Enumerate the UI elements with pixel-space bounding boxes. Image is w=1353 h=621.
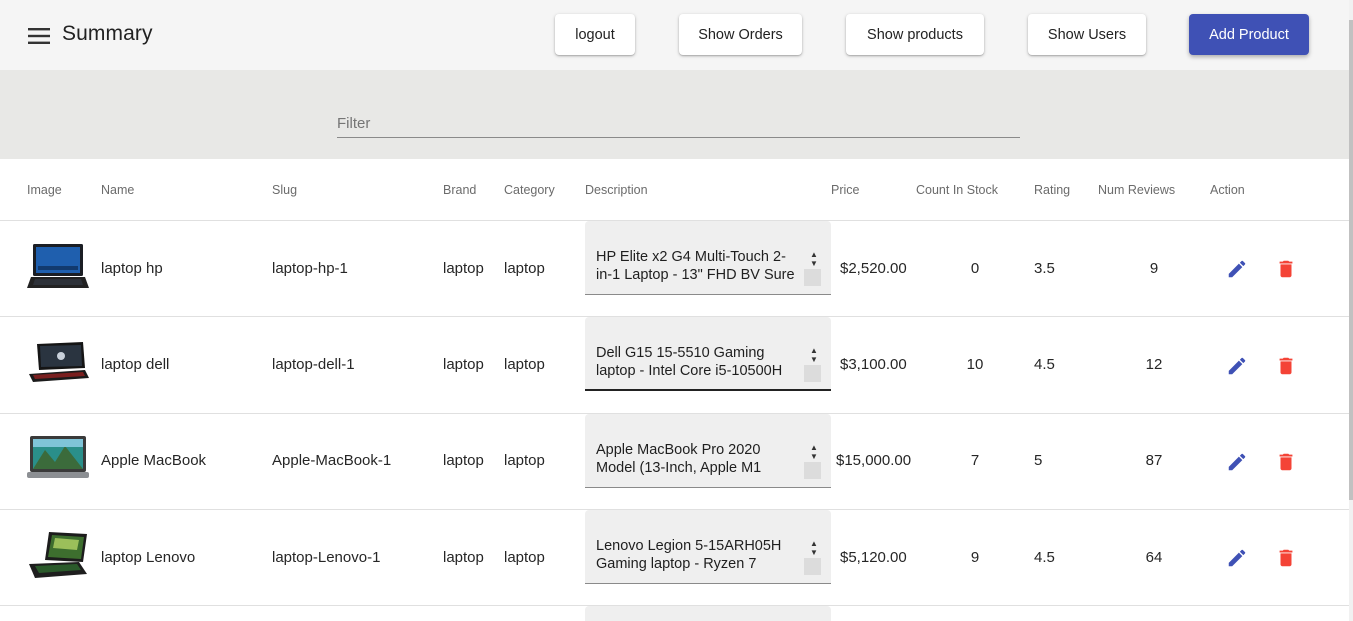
add-product-button[interactable]: Add Product	[1189, 14, 1309, 55]
product-brand: laptop	[443, 549, 484, 566]
pencil-icon	[1228, 549, 1246, 567]
product-num-reviews: 64	[1145, 549, 1163, 566]
trash-icon	[1279, 453, 1293, 471]
pencil-icon	[1228, 357, 1246, 375]
column-header-slug[interactable]: Slug	[272, 183, 297, 197]
product-num-reviews: 9	[1149, 260, 1159, 277]
product-slug: laptop-Lenovo-1	[272, 549, 381, 566]
spin-arrows-icon[interactable]: ▲ ▼	[809, 540, 819, 557]
product-price: $15,000.00	[836, 452, 912, 469]
column-header-action[interactable]: Action	[1210, 183, 1245, 197]
product-category: laptop	[504, 549, 545, 566]
product-count-in-stock: 10	[966, 356, 984, 373]
spin-arrows-icon[interactable]: ▲ ▼	[809, 347, 819, 364]
product-brand: laptop	[443, 260, 484, 277]
description-textarea[interactable]: Apple MacBook Pro 2020 Model (13-Inch, A…	[585, 414, 831, 488]
spin-arrows-icon[interactable]: ▲ ▼	[809, 251, 819, 268]
pencil-icon	[1228, 453, 1246, 471]
product-rating: 5	[1034, 452, 1043, 469]
trash-icon	[1279, 357, 1293, 375]
edit-button[interactable]	[1223, 448, 1251, 476]
edit-button[interactable]	[1223, 352, 1251, 380]
product-slug: Apple-MacBook-1	[272, 452, 392, 469]
product-rating: 4.5	[1034, 356, 1055, 373]
description-textarea[interactable]: HP Elite x2 G4 Multi-Touch 2-in-1 Laptop…	[585, 221, 831, 295]
delete-button[interactable]	[1272, 448, 1300, 476]
product-slug: laptop-hp-1	[272, 260, 348, 277]
delete-button[interactable]	[1272, 544, 1300, 572]
show-orders-button[interactable]: Show Orders	[679, 14, 802, 55]
product-rating: 4.5	[1034, 549, 1055, 566]
product-count-in-stock: 9	[970, 549, 980, 566]
product-category: laptop	[504, 356, 545, 373]
show-users-button[interactable]: Show Users	[1028, 14, 1146, 55]
description-text: Apple MacBook Pro 2020 Model (13-Inch, A…	[596, 442, 762, 476]
product-price: $5,120.00	[840, 549, 907, 566]
description-textarea[interactable]	[585, 606, 831, 621]
show-products-button[interactable]: Show products	[846, 14, 984, 55]
product-count-in-stock: 0	[970, 260, 980, 277]
spin-arrows-icon[interactable]: ▲ ▼	[809, 444, 819, 461]
column-header-image[interactable]: Image	[27, 183, 62, 197]
description-textarea[interactable]: Lenovo Legion 5-15ARH05H Gaming laptop -…	[585, 510, 831, 584]
column-header-description[interactable]: Description	[585, 183, 648, 197]
product-num-reviews: 87	[1145, 452, 1163, 469]
description-textarea[interactable]: Dell G15 15-5510 Gaming laptop - Intel C…	[585, 317, 831, 391]
description-text: Lenovo Legion 5-15ARH05H Gaming laptop -…	[596, 538, 782, 572]
product-slug: laptop-dell-1	[272, 356, 355, 373]
column-header-brand[interactable]: Brand	[443, 183, 476, 197]
product-name: laptop hp	[101, 260, 163, 277]
product-image	[27, 436, 89, 478]
product-category: laptop	[504, 452, 545, 469]
edit-button[interactable]	[1223, 255, 1251, 283]
trash-icon	[1279, 549, 1293, 567]
product-brand: laptop	[443, 356, 484, 373]
filter-input[interactable]	[337, 104, 1020, 138]
column-header-price[interactable]: Price	[831, 183, 859, 197]
column-header-num-reviews[interactable]: Num Reviews	[1098, 183, 1175, 197]
pencil-icon	[1228, 260, 1246, 278]
product-image	[27, 244, 89, 288]
product-rating: 3.5	[1034, 260, 1055, 277]
product-name: laptop dell	[101, 356, 170, 373]
description-text: Dell G15 15-5510 Gaming laptop - Intel C…	[596, 345, 783, 379]
product-count-in-stock: 7	[970, 452, 980, 469]
delete-button[interactable]	[1272, 352, 1300, 380]
hamburger-menu-icon	[28, 28, 50, 44]
product-name: laptop Lenovo	[101, 549, 196, 566]
menu-button[interactable]	[22, 21, 56, 51]
resize-handle-icon[interactable]	[804, 558, 821, 575]
product-brand: laptop	[443, 452, 484, 469]
logout-button[interactable]: logout	[555, 14, 635, 55]
resize-handle-icon[interactable]	[804, 269, 821, 286]
product-price: $2,520.00	[840, 260, 907, 277]
delete-button[interactable]	[1272, 255, 1300, 283]
scrollbar-thumb[interactable]	[1349, 20, 1353, 500]
product-image	[29, 532, 87, 578]
product-image	[29, 342, 89, 382]
product-price: $3,100.00	[840, 356, 907, 373]
trash-icon	[1279, 260, 1293, 278]
resize-handle-icon[interactable]	[804, 365, 821, 382]
column-header-rating[interactable]: Rating	[1034, 183, 1070, 197]
column-header-count-in-stock[interactable]: Count In Stock	[916, 183, 998, 197]
product-category: laptop	[504, 260, 545, 277]
description-text: HP Elite x2 G4 Multi-Touch 2-in-1 Laptop…	[596, 249, 795, 283]
column-header-category[interactable]: Category	[504, 183, 555, 197]
product-name: Apple MacBook	[101, 452, 207, 469]
edit-button[interactable]	[1223, 544, 1251, 572]
product-num-reviews: 12	[1145, 356, 1163, 373]
app-bar	[0, 0, 1353, 70]
resize-handle-icon[interactable]	[804, 462, 821, 479]
column-header-name[interactable]: Name	[101, 183, 134, 197]
page-title: Summary	[62, 22, 153, 45]
